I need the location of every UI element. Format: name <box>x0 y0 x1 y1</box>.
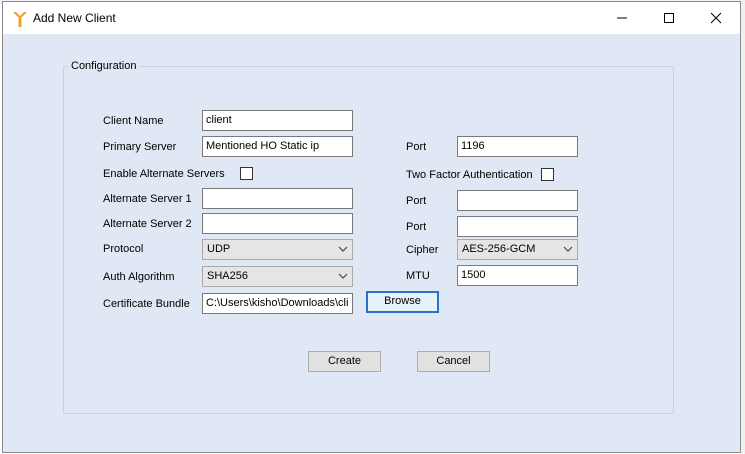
browse-button[interactable]: Browse <box>366 291 439 313</box>
auth-algorithm-select[interactable]: SHA256 <box>202 266 353 287</box>
alternate-port-2-input[interactable] <box>457 216 578 237</box>
minimize-icon <box>617 17 627 19</box>
configuration-group-label: Configuration <box>68 60 140 72</box>
certificate-bundle-label: Certificate Bundle <box>103 298 190 310</box>
client-name-input[interactable]: client <box>202 110 353 131</box>
two-factor-authentication-checkbox[interactable] <box>541 168 554 181</box>
chevron-down-icon <box>338 246 348 252</box>
alternate-port-1-label: Port <box>406 195 427 207</box>
alternate-server-1-label: Alternate Server 1 <box>103 193 192 205</box>
protocol-label: Protocol <box>103 243 144 255</box>
close-button[interactable] <box>693 2 739 34</box>
app-logo-icon <box>11 10 29 28</box>
alternate-server-2-input[interactable] <box>202 213 353 234</box>
enable-alternate-servers-checkbox[interactable] <box>240 167 253 180</box>
alternate-server-1-input[interactable] <box>202 188 353 209</box>
auth-algorithm-value: SHA256 <box>207 270 248 282</box>
minimize-button[interactable] <box>599 2 645 34</box>
protocol-select[interactable]: UDP <box>202 239 353 260</box>
protocol-value: UDP <box>207 243 231 255</box>
mtu-input[interactable]: 1500 <box>457 265 578 286</box>
chevron-down-icon <box>338 273 348 279</box>
enable-alternate-servers-label: Enable Alternate Servers <box>103 168 225 180</box>
close-icon <box>710 12 722 24</box>
two-factor-authentication-label: Two Factor Authentication <box>406 169 533 181</box>
maximize-icon <box>664 13 674 23</box>
port-label: Port <box>406 141 427 153</box>
create-button[interactable]: Create <box>308 351 381 372</box>
background-window-edge <box>741 0 745 454</box>
port-input[interactable]: 1196 <box>457 136 578 157</box>
primary-server-input[interactable]: Mentioned HO Static ip <box>202 136 353 157</box>
maximize-button[interactable] <box>646 2 692 34</box>
auth-algorithm-label: Auth Algorithm <box>103 271 175 283</box>
chevron-down-icon <box>563 246 573 252</box>
primary-server-label: Primary Server <box>103 141 177 153</box>
cipher-label: Cipher <box>406 244 439 256</box>
alternate-server-2-label: Alternate Server 2 <box>103 218 192 230</box>
cipher-select[interactable]: AES-256-GCM <box>457 239 578 260</box>
window-title: Add New Client <box>33 11 116 25</box>
cipher-value: AES-256-GCM <box>462 243 536 255</box>
alternate-port-1-input[interactable] <box>457 190 578 211</box>
alternate-port-2-label: Port <box>406 221 427 233</box>
mtu-label: MTU <box>406 270 430 282</box>
cancel-button[interactable]: Cancel <box>417 351 490 372</box>
title-bar[interactable]: Add New Client <box>3 2 740 34</box>
certificate-bundle-input[interactable]: C:\Users\kisho\Downloads\cli <box>202 293 353 314</box>
client-name-label: Client Name <box>103 115 164 127</box>
